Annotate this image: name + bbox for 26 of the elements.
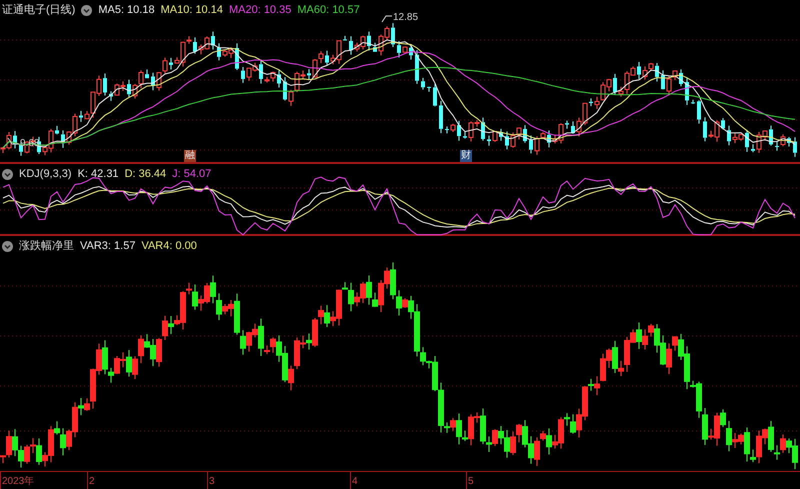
chart-title: KDJ(9,3,3)	[19, 167, 72, 181]
indicator-value: MA10: 10.14	[160, 3, 223, 17]
indicator-value: VAR4: 0.00	[141, 239, 197, 253]
axis-label: 2023年	[2, 475, 34, 489]
axis-label: 3	[209, 475, 215, 489]
indicator-value: VAR3: 1.57	[80, 239, 136, 253]
leader-line	[382, 16, 392, 22]
indicator-value: MA60: 10.57	[297, 3, 360, 17]
dropdown-icon[interactable]	[2, 168, 13, 180]
chart-title: 涨跌幅净里	[19, 239, 74, 253]
dropdown-icon[interactable]	[2, 240, 13, 252]
leader-line	[8, 138, 20, 144]
dropdown-icon[interactable]	[81, 4, 92, 16]
axis-label: 5	[468, 475, 474, 489]
indicator-value: K: 42.31	[78, 167, 119, 181]
axis-label: 4	[352, 475, 358, 489]
indicator-value: J: 54.07	[172, 167, 212, 181]
indicator-value: MA5: 10.18	[98, 3, 155, 17]
axis-label: 2	[89, 475, 95, 489]
event-badge[interactable]: 融	[184, 150, 196, 162]
low-price-label: 9.68	[20, 138, 40, 150]
indicator-value: MA20: 10.35	[228, 3, 292, 17]
event-badge[interactable]: 财	[460, 150, 472, 162]
high-price-label: 12.85	[393, 12, 418, 24]
chart-title: 证通电子(日线)	[2, 3, 76, 17]
indicator-value: D: 36.44	[124, 167, 166, 181]
